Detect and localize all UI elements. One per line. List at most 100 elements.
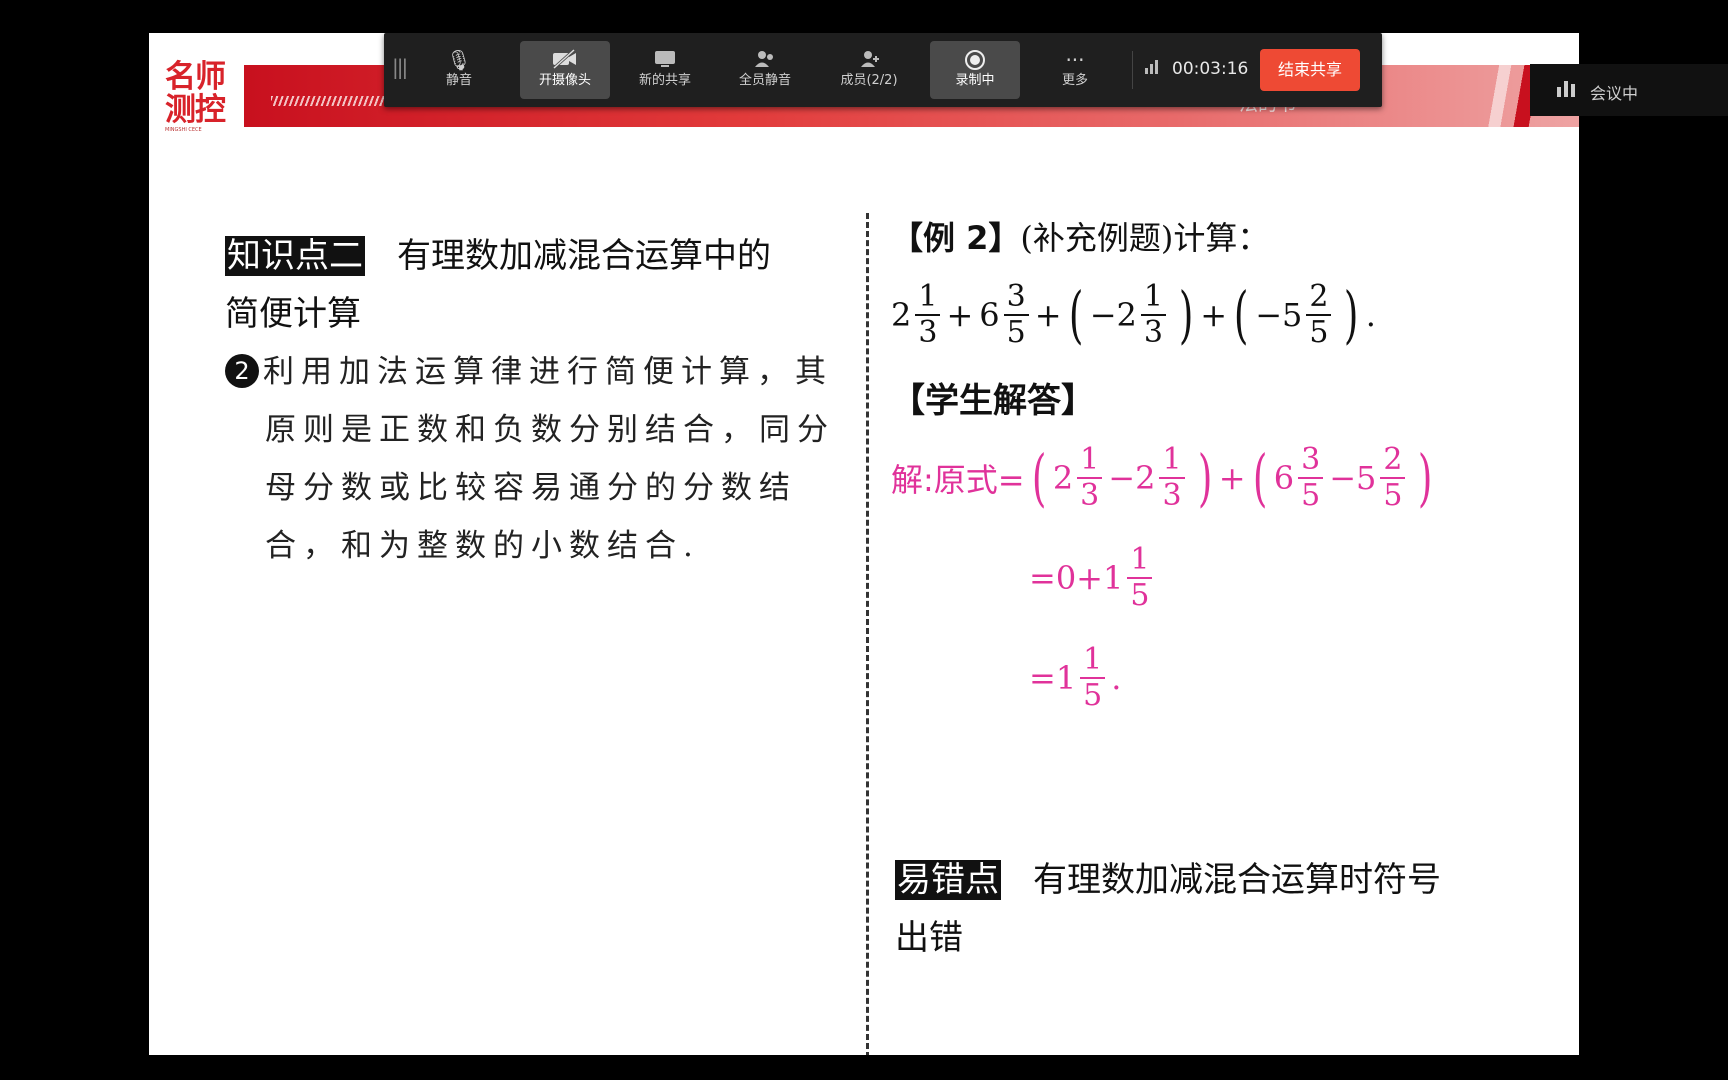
term-whole: −5 xyxy=(1329,459,1377,497)
new-share-button[interactable]: 新的共享 xyxy=(620,41,710,99)
right-paren: ) xyxy=(1418,441,1433,514)
meeting-timer: 00:03:16 xyxy=(1172,59,1249,79)
numerator: 3 xyxy=(1298,443,1324,479)
logo-subtext: MINGSHI CECE xyxy=(165,127,202,133)
start-camera-button[interactable]: 开摄像头 xyxy=(520,41,610,99)
term-whole: −5 xyxy=(1255,296,1303,334)
denominator: 5 xyxy=(1309,315,1329,350)
term-whole: −2 xyxy=(1089,296,1137,334)
denominator: 5 xyxy=(1301,478,1321,513)
operator: + xyxy=(1200,296,1228,334)
solution-prefix: 解:原式= xyxy=(891,461,1025,499)
recording-button[interactable]: 录制中 xyxy=(930,41,1020,99)
denominator: 3 xyxy=(1080,478,1100,513)
numerator: 2 xyxy=(1380,443,1406,479)
mute-all-button[interactable]: 全员静音 xyxy=(720,41,810,99)
knowledge-tag: 知识点二 xyxy=(225,236,365,276)
end-share-button[interactable]: 结束共享 xyxy=(1260,49,1360,91)
fraction: 35 xyxy=(1298,443,1324,513)
column-divider xyxy=(866,213,869,1055)
numerator: 1 xyxy=(915,280,941,316)
banner-hatch xyxy=(271,96,401,106)
body-line4: 合，和为整数的小数结合. xyxy=(265,528,700,564)
term-whole: 2 xyxy=(891,296,912,334)
term-whole: 6 xyxy=(979,296,1000,334)
mute-label: 静音 xyxy=(445,73,472,88)
fraction: 25 xyxy=(1306,280,1332,350)
numerator: 1 xyxy=(1127,543,1153,579)
left-paren: ( xyxy=(1068,278,1083,351)
operator: + xyxy=(1218,459,1246,497)
share-screen-icon xyxy=(620,49,710,71)
denominator: 5 xyxy=(1383,478,1403,513)
signal-bars-icon xyxy=(1556,78,1578,103)
drag-handle-icon[interactable]: ||| xyxy=(392,55,408,79)
more-icon: ··· xyxy=(1065,48,1085,72)
logo-text: 名师测控 xyxy=(165,59,226,128)
left-paren: ( xyxy=(1252,441,1267,514)
members-label: 成员(2/2) xyxy=(840,73,898,88)
knowledge-heading: 知识点二 有理数加减混合运算中的 简便计算 xyxy=(225,227,865,343)
student-answer-label: 【学生解答】 xyxy=(891,381,1095,421)
right-paren: ) xyxy=(1197,441,1212,514)
fraction: 13 xyxy=(1159,443,1185,513)
network-signal-icon xyxy=(1144,59,1160,79)
solution-line1: 解:原式= ( 2 13 −2 13 ) + ( 6 35 −5 25 ) xyxy=(891,443,1440,513)
more-label: 更多 xyxy=(1061,73,1088,88)
numerator: 1 xyxy=(1159,443,1185,479)
body-line1: 利用加法运算律进行简便计算，其 xyxy=(263,354,833,390)
operator: + xyxy=(1034,296,1062,334)
knowledge-title-line2: 简便计算 xyxy=(225,294,361,334)
members-button[interactable]: 成员(2/2) xyxy=(824,41,914,99)
body-line3: 母分数或比较容易通分的分数结 xyxy=(265,470,797,506)
left-paren: ( xyxy=(1031,441,1046,514)
microphone-icon: 🎙 xyxy=(446,48,472,72)
knowledge-title-line1: 有理数加减混合运算中的 xyxy=(397,236,771,276)
fraction: 13 xyxy=(915,280,941,350)
more-button[interactable]: ··· 更多 xyxy=(1030,41,1120,99)
fraction: 13 xyxy=(1140,280,1166,350)
fraction: 13 xyxy=(1077,443,1103,513)
example-expression: 2 13 + 6 35 + ( −2 13 ) + ( −5 25 ) . xyxy=(891,280,1376,350)
fraction: 15 xyxy=(1127,543,1153,613)
example-title: 【例 2】(补充例题)计算： xyxy=(891,213,1269,259)
meeting-status-indicator[interactable]: 会议中 xyxy=(1530,64,1728,116)
recording-label: 录制中 xyxy=(955,73,995,88)
right-paren: ) xyxy=(1344,278,1359,351)
body-line2: 原则是正数和负数分别结合，同分 xyxy=(265,412,835,448)
numerator: 3 xyxy=(1003,280,1029,316)
numerator: 1 xyxy=(1080,643,1106,679)
solution-line2: =0+1 15 xyxy=(1029,543,1158,613)
denominator: 3 xyxy=(1143,315,1163,350)
fraction: 15 xyxy=(1080,643,1106,713)
new-share-label: 新的共享 xyxy=(638,73,691,88)
mute-all-icon xyxy=(720,49,810,71)
mute-all-label: 全员静音 xyxy=(738,73,791,88)
error-point-tag: 易错点 xyxy=(895,860,1001,900)
denominator: 3 xyxy=(1162,478,1182,513)
start-camera-label: 开摄像头 xyxy=(538,73,591,88)
denominator: 5 xyxy=(1083,678,1103,713)
left-paren: ( xyxy=(1233,278,1249,351)
record-icon xyxy=(930,49,1020,71)
fraction: 35 xyxy=(1003,280,1029,350)
bullet-number: 2 xyxy=(225,354,259,388)
example-supplement: (补充例题)计算： xyxy=(1020,219,1270,257)
error-point-title-line2: 出错 xyxy=(895,918,963,958)
meeting-status-label: 会议中 xyxy=(1590,84,1639,103)
solution-line3: =1 15 . xyxy=(1029,643,1121,713)
fraction: 25 xyxy=(1380,443,1406,513)
denominator: 5 xyxy=(1130,578,1150,613)
example-label: 【例 2】 xyxy=(891,219,1021,257)
solution-step: =1 xyxy=(1029,659,1077,697)
error-point-title-line1: 有理数加减混合运算时符号 xyxy=(1033,860,1441,900)
publisher-logo: 名师测控 MINGSHI CECE xyxy=(165,61,249,134)
term-whole: 2 xyxy=(1052,459,1074,497)
term-whole: −2 xyxy=(1108,459,1156,497)
period: . xyxy=(1365,296,1376,334)
denominator: 5 xyxy=(1006,315,1026,350)
solution-step: =0+1 xyxy=(1029,559,1124,597)
operator: + xyxy=(946,296,974,334)
period: . xyxy=(1111,659,1122,697)
mute-button[interactable]: 🎙 静音 xyxy=(414,41,504,99)
